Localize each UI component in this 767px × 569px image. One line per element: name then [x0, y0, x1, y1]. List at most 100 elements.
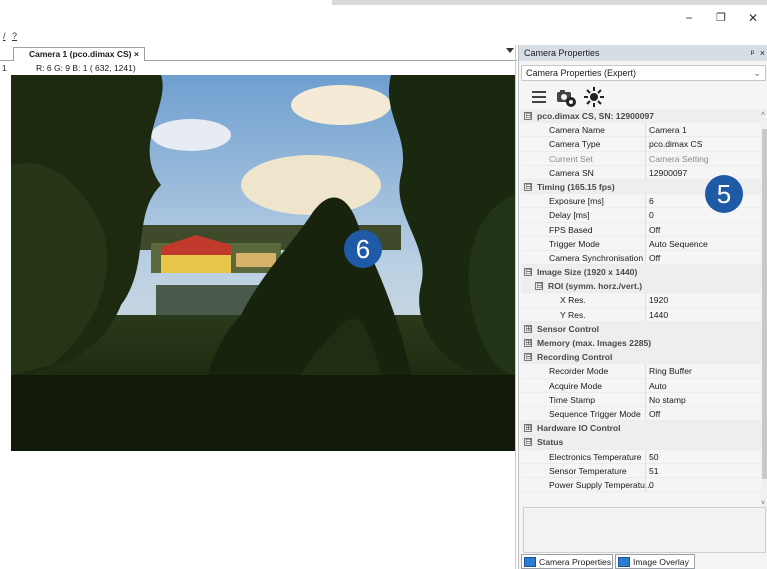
tab-camera-properties[interactable]: Camera Properties: [521, 554, 613, 569]
tab-image-overlay[interactable]: Image Overlay: [615, 554, 695, 569]
title-bar-strip: [332, 0, 767, 5]
tab-camera-1[interactable]: Camera 1 (pco.dimax CS) ×: [13, 47, 145, 61]
column-splitter: [645, 236, 646, 251]
property-row[interactable]: Time Stamp No stamp: [521, 392, 762, 407]
property-row[interactable]: Camera Name Camera 1: [521, 123, 762, 138]
property-row[interactable]: Sensor Temperature 51: [521, 463, 762, 478]
category-label: Timing (165.15 fps): [537, 181, 615, 192]
property-row[interactable]: Y Res. 1440: [521, 307, 762, 322]
property-name: Camera Name: [549, 125, 605, 136]
property-row[interactable]: Recorder Mode Ring Buffer: [521, 364, 762, 379]
minimize-button[interactable]: −: [682, 12, 696, 24]
property-value[interactable]: Camera 1: [649, 123, 687, 137]
collapse-icon[interactable]: ⊟: [524, 438, 532, 447]
property-category[interactable]: ⊟ Recording Control: [521, 350, 762, 365]
property-category[interactable]: ⊟ ROI (symm. horz./vert.): [521, 279, 762, 294]
property-value[interactable]: 12900097: [649, 166, 687, 180]
tab-dropdown-icon[interactable]: [506, 48, 514, 53]
property-row[interactable]: X Res. 1920: [521, 293, 762, 308]
collapse-icon[interactable]: ⊟: [524, 182, 532, 191]
column-splitter: [645, 293, 646, 308]
document-tab-row: Camera 1 (pco.dimax CS) ×: [0, 45, 517, 61]
expand-icon[interactable]: ⊞: [524, 324, 532, 333]
column-splitter: [645, 222, 646, 237]
panel-title: Camera Properties: [524, 48, 600, 58]
property-row[interactable]: Trigger Mode Auto Sequence: [521, 236, 762, 251]
property-value[interactable]: 0: [649, 208, 654, 222]
expand-icon[interactable]: ⊞: [524, 424, 532, 433]
property-category[interactable]: ⊟ pco.dimax CS, SN: 12900097: [521, 109, 762, 124]
collapse-icon[interactable]: ⊟: [524, 353, 532, 362]
property-row[interactable]: Camera Synchronisation Off: [521, 250, 762, 266]
property-row[interactable]: Electronics Temperature 50: [521, 449, 762, 464]
column-splitter: [645, 477, 646, 492]
menu-item-help[interactable]: ?: [12, 31, 17, 41]
category-label: Sensor Control: [537, 323, 600, 334]
property-row[interactable]: Acquire Mode Auto: [521, 378, 762, 393]
pixel-info-bar: 1 R: 6 G: 9 B: 1 ( 632, 1241): [0, 62, 517, 74]
collapse-icon[interactable]: ⊟: [524, 268, 532, 277]
property-value[interactable]: No stamp: [649, 393, 686, 407]
column-splitter: [645, 307, 646, 322]
pin-icon[interactable]: ᵖ: [751, 45, 754, 61]
menu-strip: / ?: [0, 31, 767, 45]
property-name: Delay [ms]: [549, 210, 590, 221]
tab-label: Image Overlay: [633, 557, 689, 567]
property-category[interactable]: ⊞ Memory (max. Images 2285): [521, 336, 762, 351]
property-name: Time Stamp: [549, 394, 596, 405]
sun-icon[interactable]: [583, 86, 605, 108]
property-value[interactable]: Auto Sequence: [649, 237, 708, 251]
scroll-up-icon[interactable]: ˄: [761, 111, 765, 118]
property-value[interactable]: 0: [649, 478, 654, 492]
property-value[interactable]: 1920: [649, 293, 668, 307]
property-category[interactable]: ⊞ Sensor Control: [521, 321, 762, 336]
property-name: Sensor Temperature: [549, 465, 627, 476]
property-row[interactable]: Sequence Trigger Mode Off: [521, 406, 762, 422]
landscape-photo: [11, 75, 515, 451]
property-grid-scrollbar[interactable]: ˄ ˅: [761, 109, 767, 507]
list-icon[interactable]: [529, 86, 551, 108]
property-value[interactable]: Off: [649, 251, 660, 265]
property-value[interactable]: Camera Setting: [649, 152, 709, 166]
document-divider: [515, 45, 516, 569]
panel-bottom-tabs: Camera Properties Image Overlay: [519, 553, 767, 569]
close-button[interactable]: ✕: [746, 12, 760, 24]
property-value[interactable]: Ring Buffer: [649, 364, 692, 378]
property-category[interactable]: ⊟ Status: [521, 435, 762, 450]
property-value[interactable]: Off: [649, 223, 660, 237]
property-row[interactable]: Power Supply Temperatu... 0: [521, 477, 762, 493]
property-value[interactable]: Off: [649, 407, 660, 421]
callout-5: 5: [705, 175, 743, 213]
property-category[interactable]: ⊟ Image Size (1920 x 1440): [521, 265, 762, 280]
property-category[interactable]: ⊞ Hardware IO Control: [521, 421, 762, 436]
camera-settings-icon[interactable]: [555, 86, 577, 108]
collapse-icon[interactable]: ⊟: [535, 282, 543, 291]
close-icon[interactable]: ×: [760, 45, 765, 61]
scroll-down-icon[interactable]: ˅: [761, 500, 765, 507]
property-row[interactable]: FPS Based Off: [521, 222, 762, 237]
app-window: − ❐ ✕ / ? Camera 1 (pco.dimax CS) × 1 R:…: [0, 0, 767, 569]
property-row[interactable]: Current Set Camera Setting: [521, 151, 762, 166]
expand-icon[interactable]: ⊞: [524, 339, 532, 347]
restore-button[interactable]: ❐: [714, 12, 728, 24]
callout-6: 6: [344, 230, 382, 268]
property-value[interactable]: pco.dimax CS: [649, 137, 703, 151]
scroll-thumb[interactable]: [762, 129, 767, 479]
property-value[interactable]: 1440: [649, 308, 668, 322]
close-icon[interactable]: ×: [134, 49, 139, 60]
property-value[interactable]: 50: [649, 450, 659, 464]
panel-toolbar: [519, 84, 767, 112]
menu-item[interactable]: /: [3, 31, 6, 41]
property-value[interactable]: 51: [649, 464, 659, 478]
property-value[interactable]: Auto: [649, 379, 667, 393]
property-row[interactable]: Camera Type pco.dimax CS: [521, 137, 762, 152]
camera-live-image[interactable]: [11, 75, 515, 451]
property-name: FPS Based: [549, 224, 593, 235]
column-splitter: [645, 463, 646, 478]
property-value[interactable]: 6: [649, 194, 654, 208]
property-name: Power Supply Temperatu...: [549, 479, 653, 490]
collapse-icon[interactable]: ⊟: [524, 112, 532, 120]
column-splitter: [645, 449, 646, 464]
category-label: Memory (max. Images 2285): [537, 338, 652, 348]
property-mode-select[interactable]: Camera Properties (Expert) ⌄: [521, 65, 766, 81]
